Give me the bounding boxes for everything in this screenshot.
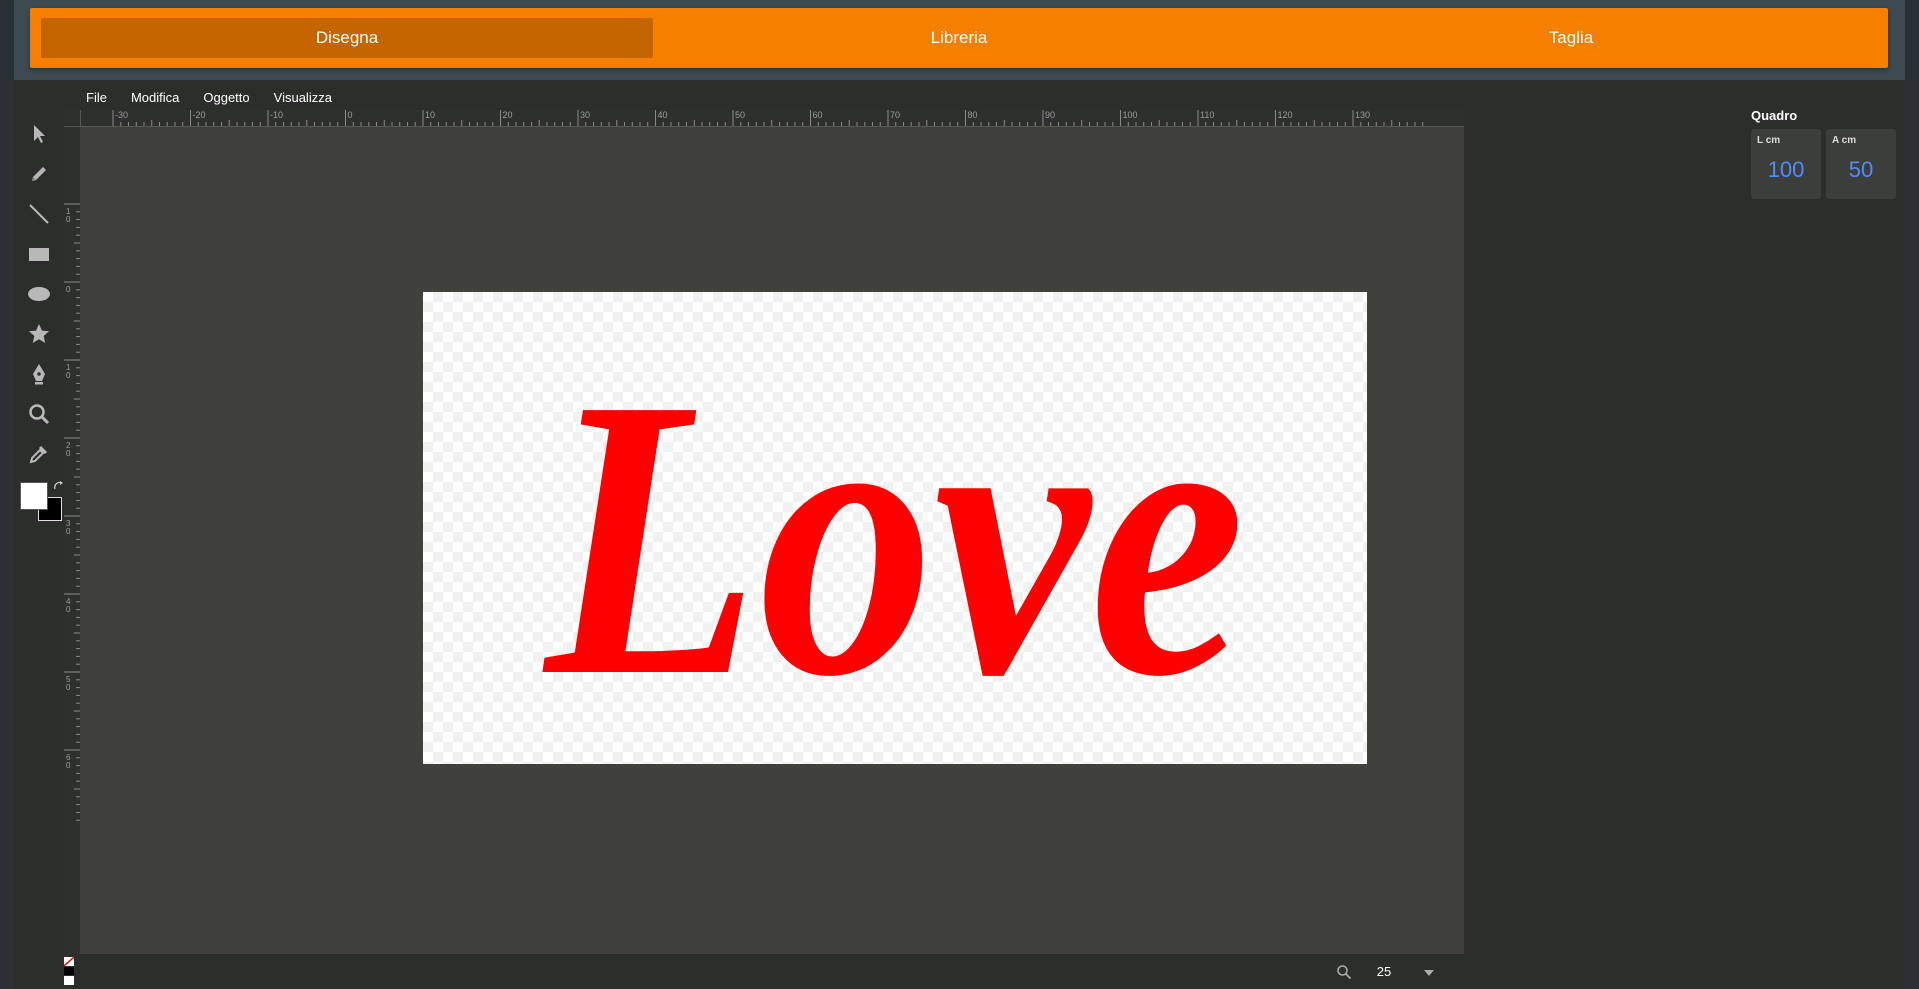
zoom-icon <box>29 404 50 425</box>
ruler-label: 0 <box>66 527 71 536</box>
ruler-label: 20 <box>503 110 513 120</box>
ruler-label: 60 <box>813 110 823 120</box>
select-arrow-icon <box>34 125 45 143</box>
rectangle-tool[interactable] <box>14 234 64 274</box>
status-bar: 25 <box>64 956 1464 989</box>
ruler-label: -20 <box>193 110 206 120</box>
zoom-level-value[interactable]: 25 <box>1364 964 1404 979</box>
pencil-tool[interactable] <box>14 154 64 194</box>
height-field[interactable]: A cm 50 <box>1826 129 1896 199</box>
tab-taglia[interactable]: Taglia <box>1265 18 1877 58</box>
vertical-ruler: 100102030405060 <box>64 126 81 954</box>
ruler-label: 120 <box>1278 110 1293 120</box>
tab-libreria[interactable]: Libreria <box>653 18 1265 58</box>
editor-app: File Modifica Oggetto Visualizza -30 -20… <box>14 80 1905 989</box>
pen-tool[interactable] <box>14 354 64 394</box>
ellipse-icon <box>28 287 50 301</box>
menu-oggetto[interactable]: Oggetto <box>191 86 261 110</box>
ruler-label: 70 <box>890 110 900 120</box>
horizontal-ruler: -30 -20 -10 0 10 20 30 40 50 60 70 80 90 100 110 120 130 <box>64 110 1464 127</box>
zoom-tool[interactable] <box>14 394 64 434</box>
star-icon <box>29 324 49 343</box>
pen-nib-icon <box>33 364 45 385</box>
mini-color-palette[interactable] <box>64 956 74 986</box>
vertical-ruler-scale: 100102030405060 <box>64 203 80 821</box>
ruler-label: 0 <box>66 215 71 224</box>
fill-color-swatch[interactable] <box>20 482 48 510</box>
pencil-icon <box>32 167 46 181</box>
ruler-label: 0 <box>66 605 71 614</box>
ruler-label: 0 <box>348 110 353 120</box>
ruler-label: 110 <box>1200 110 1214 120</box>
panel-title: Quadro <box>1751 108 1798 123</box>
ruler-label: -10 <box>270 110 283 120</box>
ruler-label: 0 <box>66 683 71 692</box>
ruler-label: 40 <box>658 110 668 120</box>
ellipse-tool[interactable] <box>14 274 64 314</box>
ruler-label: 50 <box>735 110 745 120</box>
tool-palette <box>14 114 64 474</box>
ruler-label: 30 <box>580 110 590 120</box>
ruler-label: 100 <box>1123 110 1138 120</box>
artboard[interactable]: Love <box>423 292 1367 764</box>
ruler-label: 90 <box>1045 110 1055 120</box>
line-tool[interactable] <box>14 194 64 234</box>
select-tool[interactable] <box>14 114 64 154</box>
love-artwork[interactable]: Love <box>423 292 1367 764</box>
ruler-label: 0 <box>66 761 71 770</box>
tab-disegna[interactable]: Disegna <box>41 18 653 58</box>
window-frame-right <box>1905 0 1919 989</box>
ruler-label: 10 <box>425 110 435 120</box>
ruler-label: 0 <box>66 449 71 458</box>
height-value[interactable]: 50 <box>1826 157 1896 183</box>
ruler-corner <box>64 110 81 127</box>
zoom-dropdown-chevron-icon[interactable] <box>1424 970 1434 976</box>
artwork-text[interactable]: Love <box>540 316 1245 759</box>
mode-bar: Disegna Libreria Taglia <box>30 8 1888 68</box>
eyedropper-tool[interactable] <box>14 434 64 474</box>
ruler-label: 80 <box>968 110 978 120</box>
width-label: L cm <box>1757 135 1781 146</box>
ruler-label: 130 <box>1355 110 1370 120</box>
height-label: A cm <box>1832 135 1857 146</box>
menu-visualizza[interactable]: Visualizza <box>262 86 344 110</box>
width-field[interactable]: L cm 100 <box>1751 129 1821 199</box>
menu-bar: File Modifica Oggetto Visualizza <box>74 86 344 110</box>
color-swatches <box>19 480 69 524</box>
zoom-level-icon <box>1337 965 1352 980</box>
ruler-label: 0 <box>66 285 71 294</box>
ruler-label: 0 <box>66 371 71 380</box>
width-value[interactable]: 100 <box>1751 157 1821 183</box>
star-tool[interactable] <box>14 314 64 354</box>
line-icon <box>29 204 49 224</box>
menu-file[interactable]: File <box>74 86 119 110</box>
window-frame-left <box>0 0 14 989</box>
properties-panel: Quadro L cm 100 A cm 50 <box>1751 108 1901 199</box>
ruler-label: -30 <box>115 110 128 120</box>
eyedropper-icon <box>29 446 47 464</box>
rectangle-icon <box>29 248 49 261</box>
menu-modifica[interactable]: Modifica <box>119 86 191 110</box>
canvas-workspace[interactable]: Love <box>80 127 1464 954</box>
horizontal-ruler-scale: -30 -20 -10 0 10 20 30 40 50 60 70 80 90 100 110 120 130 <box>112 110 1424 126</box>
